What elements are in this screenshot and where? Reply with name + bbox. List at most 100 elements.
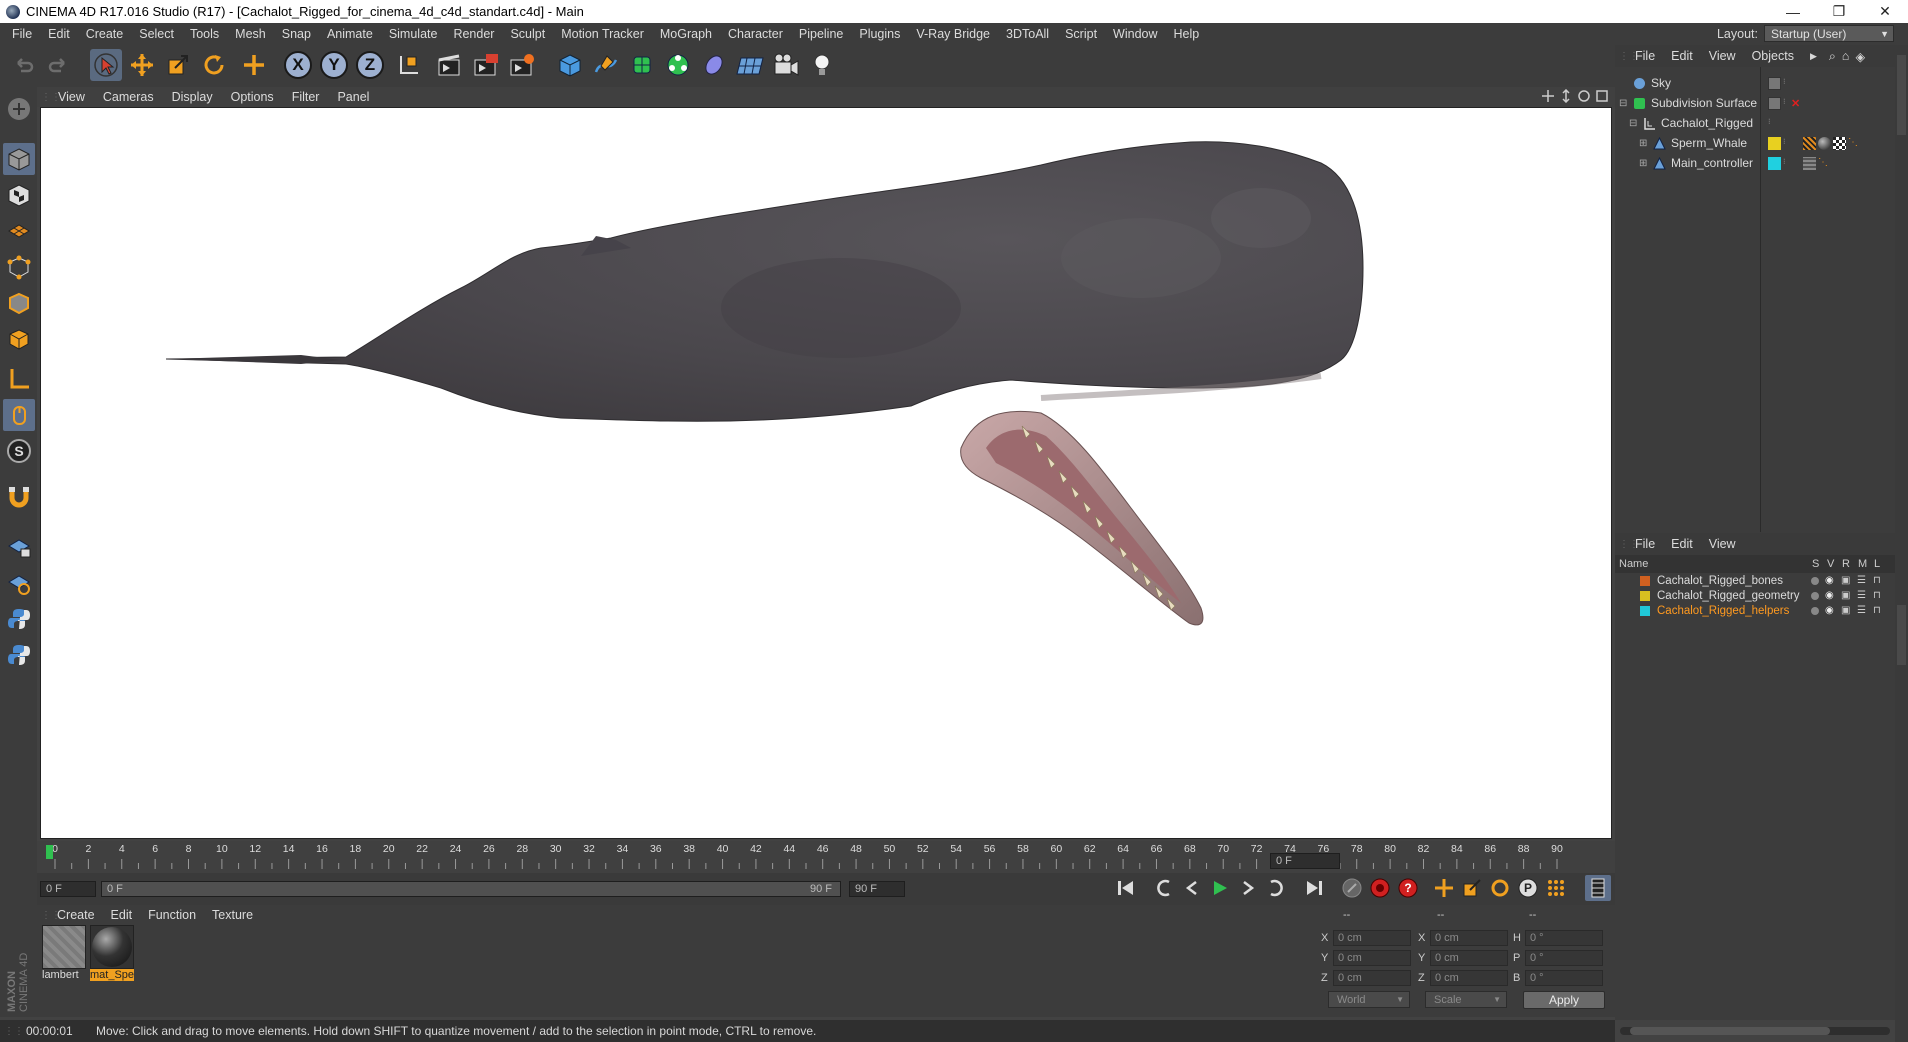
pos-z-field[interactable]: 0 cm bbox=[1333, 970, 1411, 986]
home-icon[interactable]: ⌂ bbox=[1836, 49, 1850, 63]
solo-mode-button[interactable]: S bbox=[3, 435, 35, 467]
menu-character[interactable]: Character bbox=[720, 27, 791, 41]
pos-y-field[interactable]: 0 cm bbox=[1333, 950, 1411, 966]
restore-button[interactable]: ❐ bbox=[1816, 0, 1862, 23]
3d-viewport[interactable] bbox=[40, 107, 1612, 839]
edges-mode-button[interactable] bbox=[3, 287, 35, 319]
layer-row-geometry[interactable]: Cachalot_Rigged_geometry ◉ ▣ ☰ ⊓ bbox=[1615, 588, 1895, 603]
minimize-button[interactable]: — bbox=[1770, 0, 1816, 23]
viewport-zoom-icon[interactable] bbox=[1559, 89, 1573, 103]
scale-tool-button[interactable] bbox=[162, 49, 194, 81]
object-menu-edit[interactable]: Edit bbox=[1663, 49, 1701, 63]
render-clapboard-icon[interactable]: ▣ bbox=[1841, 605, 1850, 616]
manager-icon[interactable]: ☰ bbox=[1857, 590, 1866, 601]
rot-b-field[interactable]: 0 ° bbox=[1525, 970, 1603, 986]
weight-tag-icon[interactable]: ⋱ bbox=[1818, 157, 1831, 170]
solo-toggle-icon[interactable] bbox=[1811, 606, 1819, 615]
material-lambert[interactable]: lambert bbox=[42, 925, 86, 983]
menu-simulate[interactable]: Simulate bbox=[381, 27, 446, 41]
layer-color-swatch[interactable] bbox=[1768, 156, 1781, 170]
key-parameter-button[interactable]: P bbox=[1515, 875, 1541, 901]
autokey-button[interactable]: ? bbox=[1395, 875, 1421, 901]
expand-toggle-icon[interactable]: ⊞ bbox=[1639, 158, 1647, 169]
menu-file[interactable]: File bbox=[4, 27, 40, 41]
layer-menu-view[interactable]: View bbox=[1701, 537, 1744, 551]
pen-spline-button[interactable] bbox=[590, 49, 622, 81]
menu-help[interactable]: Help bbox=[1166, 27, 1208, 41]
lock-icon[interactable]: ⊓ bbox=[1873, 605, 1881, 616]
recent-tool-button[interactable] bbox=[238, 49, 270, 81]
key-pla-button[interactable] bbox=[1543, 875, 1569, 901]
workplane-axis-button[interactable] bbox=[3, 567, 35, 599]
render-dots-icon[interactable]: ⁝ bbox=[1783, 77, 1789, 90]
viewport-menu-options[interactable]: Options bbox=[222, 90, 283, 104]
object-row-sky[interactable]: Sky ⁝ bbox=[1615, 73, 1895, 93]
menu-render[interactable]: Render bbox=[445, 27, 502, 41]
viewport-menu-view[interactable]: View bbox=[49, 90, 94, 104]
live-selection-button[interactable] bbox=[90, 49, 122, 81]
material-menu-function[interactable]: Function bbox=[140, 908, 204, 922]
render-clapboard-icon[interactable]: ▣ bbox=[1841, 590, 1850, 601]
manager-icon[interactable]: ☰ bbox=[1857, 605, 1866, 616]
disabled-x-icon[interactable]: ✕ bbox=[1791, 97, 1800, 110]
coordinate-mode-dropdown[interactable]: World ▼ bbox=[1328, 991, 1410, 1008]
start-frame-field[interactable]: 0 F bbox=[40, 881, 96, 897]
menu-snap[interactable]: Snap bbox=[274, 27, 319, 41]
axis-mode-button[interactable] bbox=[3, 363, 35, 395]
coordinate-system-button[interactable] bbox=[392, 49, 424, 81]
cloner-button[interactable] bbox=[662, 49, 694, 81]
menu-select[interactable]: Select bbox=[131, 27, 182, 41]
render-dots-icon[interactable]: ⁝ bbox=[1783, 137, 1789, 150]
points-mode-button[interactable] bbox=[3, 251, 35, 283]
manager-icon[interactable]: ☰ bbox=[1857, 575, 1866, 586]
layer-row-bones[interactable]: Cachalot_Rigged_bones ◉ ▣ ☰ ⊓ bbox=[1615, 573, 1895, 588]
object-row-subdivision-surface[interactable]: ⊟ Subdivision Surface ⁝ ✕ bbox=[1615, 93, 1895, 113]
size-x-field[interactable]: 0 cm bbox=[1430, 930, 1508, 946]
side-tab-layers[interactable] bbox=[1897, 605, 1906, 665]
eye-icon[interactable]: ◉ bbox=[1825, 590, 1834, 601]
size-z-field[interactable]: 0 cm bbox=[1430, 970, 1508, 986]
solo-toggle-icon[interactable] bbox=[1811, 591, 1819, 600]
key-rotation-button[interactable] bbox=[1487, 875, 1513, 901]
render-settings-button[interactable] bbox=[506, 49, 538, 81]
layer-menu-edit[interactable]: Edit bbox=[1663, 537, 1701, 551]
render-clapboard-icon[interactable]: ▣ bbox=[1841, 575, 1850, 586]
subdivision-surface-button[interactable] bbox=[626, 49, 658, 81]
menu-sculpt[interactable]: Sculpt bbox=[502, 27, 553, 41]
material-tag-icon[interactable] bbox=[1818, 136, 1831, 150]
redo-button[interactable] bbox=[42, 49, 74, 81]
skin-tag-icon[interactable] bbox=[1803, 136, 1816, 150]
object-row-cachalot-rigged[interactable]: ⊟ Cachalot_Rigged ⁝ bbox=[1615, 113, 1895, 133]
record-keys-button[interactable] bbox=[1367, 875, 1393, 901]
rotate-tool-button[interactable] bbox=[198, 49, 230, 81]
size-y-field[interactable]: 0 cm bbox=[1430, 950, 1508, 966]
end-frame-field[interactable]: 90 F bbox=[849, 881, 905, 897]
previous-key-button[interactable] bbox=[1151, 875, 1177, 901]
menu-script[interactable]: Script bbox=[1057, 27, 1105, 41]
viewport-menu-panel[interactable]: Panel bbox=[328, 90, 378, 104]
x-axis-toggle[interactable]: X bbox=[282, 49, 314, 81]
timeline-window-button[interactable] bbox=[1585, 875, 1611, 901]
next-key-button[interactable] bbox=[1263, 875, 1289, 901]
menu-animate[interactable]: Animate bbox=[319, 27, 381, 41]
make-editable-button[interactable] bbox=[3, 93, 35, 125]
scrollbar-thumb[interactable] bbox=[1630, 1027, 1830, 1035]
key-scale-button[interactable] bbox=[1459, 875, 1485, 901]
next-frame-button[interactable] bbox=[1235, 875, 1261, 901]
expand-toggle-icon[interactable]: ⊞ bbox=[1639, 138, 1647, 149]
object-row-main-controller[interactable]: ⊞ Main_controller ⁝ ⋱ bbox=[1615, 153, 1895, 173]
layer-row-helpers[interactable]: Cachalot_Rigged_helpers ◉ ▣ ☰ ⊓ bbox=[1615, 603, 1895, 618]
menu-motion-tracker[interactable]: Motion Tracker bbox=[553, 27, 652, 41]
undo-button[interactable] bbox=[8, 49, 40, 81]
menu-3dtoall[interactable]: 3DToAll bbox=[998, 27, 1057, 41]
object-menu-view[interactable]: View bbox=[1701, 49, 1744, 63]
layer-color-swatch[interactable] bbox=[1768, 136, 1781, 150]
side-tab-objects[interactable] bbox=[1897, 55, 1906, 135]
eye-icon[interactable]: ◉ bbox=[1825, 605, 1834, 616]
coordinate-scale-dropdown[interactable]: Scale ▼ bbox=[1425, 991, 1507, 1008]
texture-mode-button[interactable] bbox=[3, 179, 35, 211]
play-button[interactable] bbox=[1207, 875, 1233, 901]
timeline-ruler[interactable]: 0 2 4 6 8 10 12 14 16 18 20 22 24 26 28 30 32 34 36 38 40 42 4… bbox=[37, 841, 1615, 873]
render-dots-icon[interactable]: ⁝ bbox=[1783, 157, 1789, 170]
workplane-mode-button[interactable] bbox=[3, 215, 35, 247]
